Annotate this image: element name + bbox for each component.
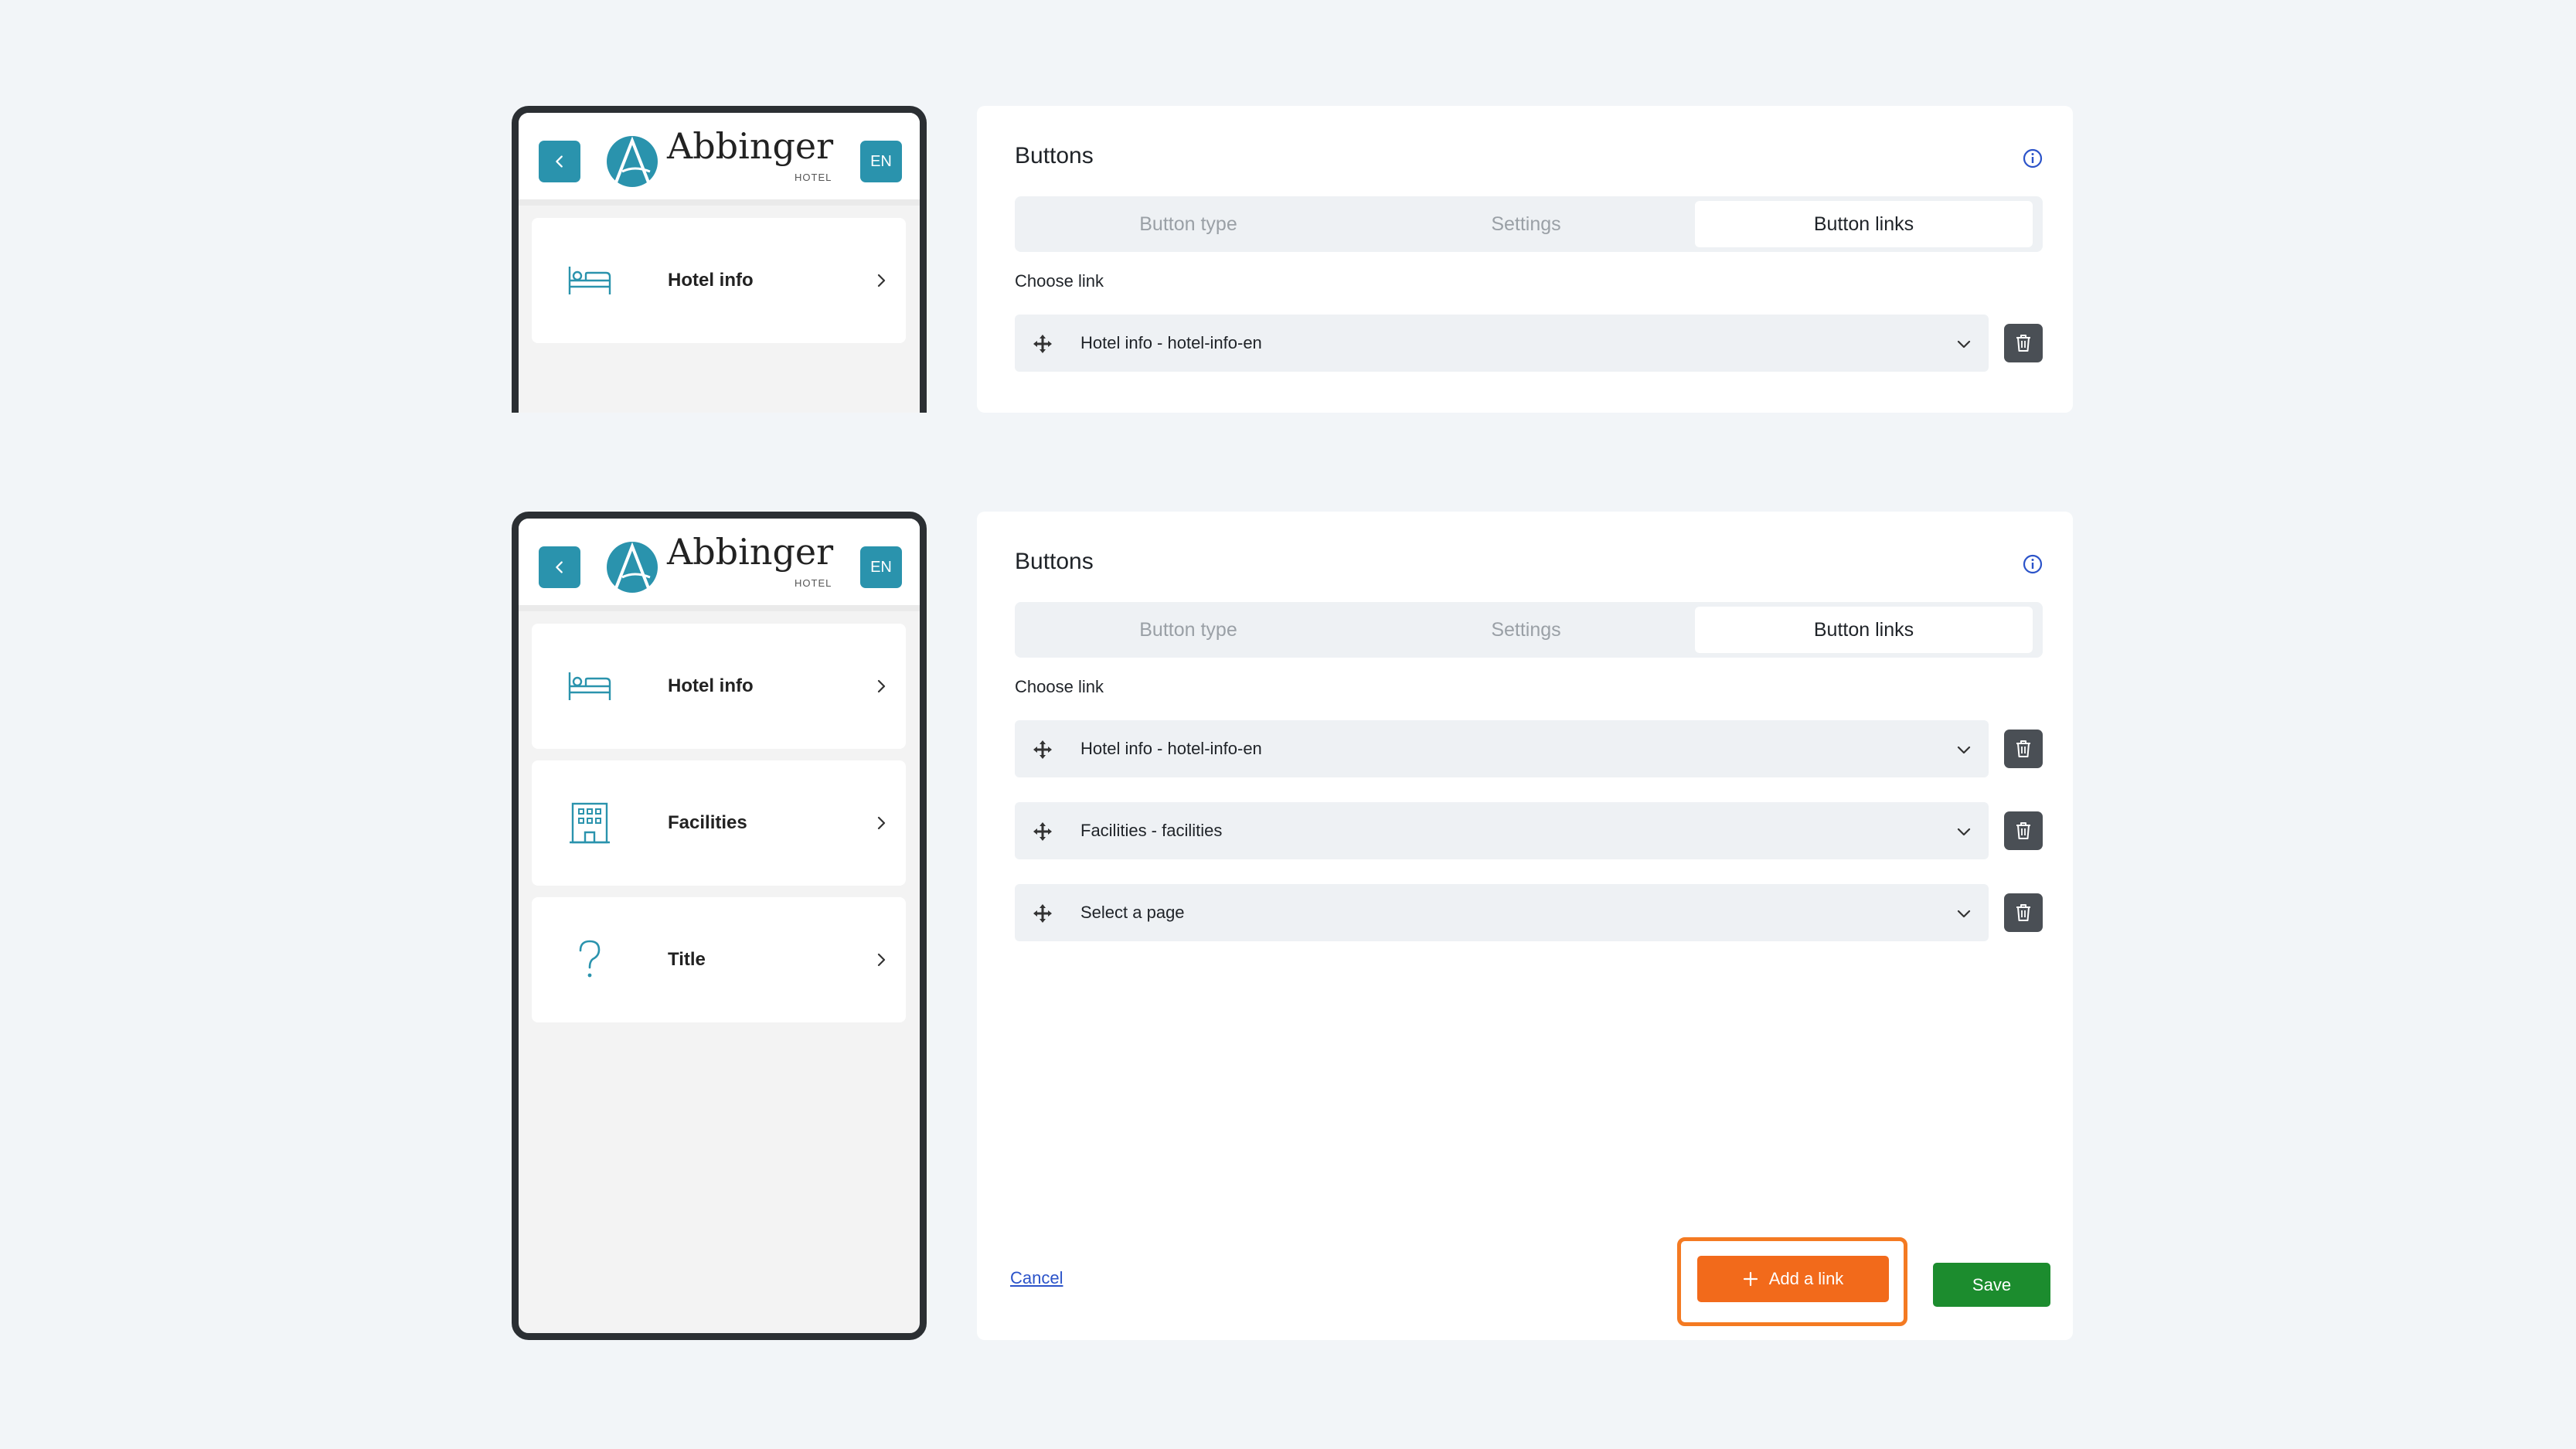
menu-item-label: Hotel info: [668, 675, 754, 696]
link-row: Hotel info - hotel-info-en: [1015, 720, 2043, 777]
tab-button-links[interactable]: Button links: [1695, 607, 2033, 653]
cancel-link[interactable]: Cancel: [1010, 1268, 1063, 1288]
menu-item-facilities[interactable]: Facilities: [532, 760, 906, 886]
tab-button-links[interactable]: Button links: [1695, 201, 2033, 247]
tab-settings[interactable]: Settings: [1357, 201, 1695, 247]
link-select-value: Hotel info - hotel-info-en: [1080, 333, 1262, 352]
trash-icon: [2016, 904, 2030, 921]
tab-button-type[interactable]: Button type: [1019, 607, 1357, 653]
link-select[interactable]: Facilities - facilities: [1015, 802, 1989, 859]
logo-subtitle: HOTEL: [795, 577, 832, 589]
buttons-panel-top: Buttons Button type Settings Button link…: [977, 106, 2073, 413]
language-button[interactable]: EN: [860, 546, 902, 588]
trash-icon: [2016, 335, 2030, 352]
link-select[interactable]: Hotel info - hotel-info-en: [1015, 720, 1989, 777]
chevron-down-icon: [1957, 340, 1971, 349]
drag-handle-icon[interactable]: [1032, 739, 1053, 760]
panel-title: Buttons: [1015, 143, 1094, 168]
bed-icon: [566, 257, 614, 304]
buttons-panel-bottom: Buttons Button type Settings Button link…: [977, 512, 2073, 1340]
phone-preview-top: Abbinger HOTEL EN Hotel info: [512, 106, 927, 413]
menu-item-label: Facilities: [668, 812, 747, 833]
menu-item-label: Hotel info: [668, 270, 754, 291]
chevron-right-icon: [877, 274, 886, 287]
chevron-down-icon: [1957, 910, 1971, 918]
delete-link-button[interactable]: [2004, 730, 2043, 768]
tab-settings[interactable]: Settings: [1357, 607, 1695, 653]
back-button[interactable]: [539, 546, 580, 588]
menu-item-hotel-info[interactable]: Hotel info: [532, 624, 906, 749]
drag-handle-icon[interactable]: [1032, 903, 1053, 924]
drag-handle-icon[interactable]: [1032, 821, 1053, 842]
info-icon[interactable]: [2022, 148, 2043, 169]
info-icon[interactable]: [2022, 553, 2043, 575]
link-select-value: Select a page: [1080, 903, 1185, 922]
tab-bar: Button type Settings Button links: [1015, 602, 2043, 658]
save-button[interactable]: Save: [1933, 1263, 2050, 1307]
delete-link-button[interactable]: [2004, 893, 2043, 932]
delete-link-button[interactable]: [2004, 324, 2043, 362]
menu-item-hotel-info[interactable]: Hotel info: [532, 218, 906, 343]
choose-link-label: Choose link: [1015, 677, 1104, 696]
question-icon: [566, 936, 614, 984]
link-row: Hotel info - hotel-info-en: [1015, 315, 2043, 372]
chevron-right-icon: [877, 679, 886, 693]
back-button[interactable]: [539, 141, 580, 182]
link-select[interactable]: Hotel info - hotel-info-en: [1015, 315, 1989, 372]
tab-bar: Button type Settings Button links: [1015, 196, 2043, 252]
bed-icon: [566, 662, 614, 710]
chevron-left-icon: [556, 561, 563, 573]
link-select[interactable]: Select a page: [1015, 884, 1989, 941]
menu-item-title[interactable]: Title: [532, 897, 906, 1022]
logo-subtitle: HOTEL: [795, 172, 832, 183]
hotel-logo: Abbinger HOTEL: [605, 125, 837, 195]
add-link-label: Add a link: [1768, 1269, 1844, 1288]
add-link-button[interactable]: Add a link: [1697, 1256, 1889, 1302]
tab-button-type[interactable]: Button type: [1019, 201, 1357, 247]
chevron-left-icon: [556, 155, 563, 168]
link-select-value: Facilities - facilities: [1080, 821, 1223, 840]
menu-item-label: Title: [668, 949, 706, 970]
delete-link-button[interactable]: [2004, 811, 2043, 850]
trash-icon: [2016, 822, 2030, 839]
link-row: Select a page: [1015, 884, 2043, 941]
chevron-right-icon: [877, 953, 886, 967]
phone-preview-bottom: Abbinger HOTEL EN Hotel info Facilities …: [512, 512, 927, 1340]
chevron-down-icon: [1957, 746, 1971, 754]
logo-wordmark: Abbinger: [667, 125, 834, 167]
plus-icon: [1743, 1271, 1758, 1287]
chevron-right-icon: [877, 816, 886, 830]
language-button[interactable]: EN: [860, 141, 902, 182]
trash-icon: [2016, 740, 2030, 757]
drag-handle-icon[interactable]: [1032, 333, 1053, 355]
link-select-value: Hotel info - hotel-info-en: [1080, 739, 1262, 758]
hotel-logo: Abbinger HOTEL: [605, 531, 837, 600]
link-row: Facilities - facilities: [1015, 802, 2043, 859]
chevron-down-icon: [1957, 828, 1971, 836]
building-icon: [566, 799, 614, 847]
panel-title: Buttons: [1015, 549, 1094, 574]
app-header: Abbinger HOTEL EN: [519, 519, 920, 611]
logo-wordmark: Abbinger: [667, 531, 834, 573]
app-header: Abbinger HOTEL EN: [519, 113, 920, 206]
choose-link-label: Choose link: [1015, 271, 1104, 291]
